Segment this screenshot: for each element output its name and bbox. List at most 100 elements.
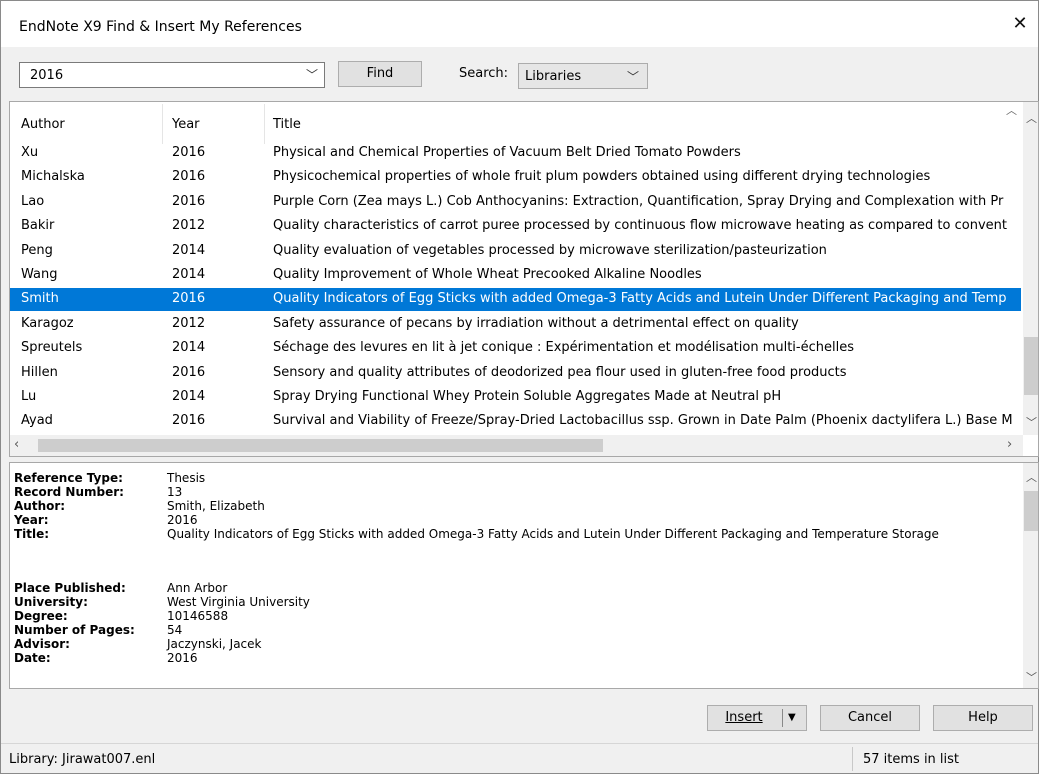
detail-value: Ann Arbor bbox=[167, 581, 228, 595]
cell-author: Karagoz bbox=[21, 315, 74, 331]
cell-author: Lu bbox=[21, 389, 37, 404]
reference-list[interactable]: Author Year Title ︿ Xu 2016 Physical and C… bbox=[9, 101, 1039, 457]
detail-label: Reference Type: bbox=[14, 471, 123, 485]
cell-title: Physicochemical properties of whole frui… bbox=[273, 169, 931, 185]
cell-author: Bakir bbox=[21, 218, 55, 234]
insert-label: Insert bbox=[725, 710, 763, 725]
find-button[interactable]: Find bbox=[338, 61, 422, 87]
query-combobox[interactable]: 2016 ﹀ bbox=[19, 62, 325, 88]
cell-author: Michalska bbox=[21, 169, 85, 185]
horizontal-scrollbar[interactable]: ‹ › bbox=[10, 435, 1023, 456]
cell-author: Ayad bbox=[21, 413, 53, 429]
cell-title: Quality evaluation of vegetables process… bbox=[273, 242, 827, 258]
table-row[interactable]: Ayad 2016 Survival and Viability of Freeze… bbox=[10, 410, 1021, 433]
insert-button[interactable]: Insert ▼ bbox=[707, 705, 807, 731]
scroll-down-icon[interactable]: ﹀ bbox=[1026, 669, 1037, 685]
cell-year: 2016 bbox=[172, 413, 206, 429]
chevron-down-icon[interactable]: ﹀ bbox=[627, 68, 639, 85]
cell-author: Lao bbox=[21, 193, 45, 209]
detail-label: Place Published: bbox=[14, 581, 126, 595]
cell-title: Physical and Chemical Properties of Vacu… bbox=[273, 145, 741, 160]
reference-details: Reference Type: Thesis Record Number: 13 Aut… bbox=[9, 462, 1039, 689]
table-row[interactable]: Karagoz 2012 Safety assurance of pecans by… bbox=[10, 313, 1021, 336]
title-bar: EndNote X9 Find & Insert My References ✕ bbox=[1, 1, 1038, 47]
table-row[interactable]: Spreutels 2014 Séchage des levures en lit … bbox=[10, 337, 1021, 360]
scrollbar-thumb[interactable] bbox=[1024, 337, 1038, 395]
window-title: EndNote X9 Find & Insert My References bbox=[19, 19, 302, 35]
cell-title: Quality characteristics of carrot puree … bbox=[273, 218, 1007, 234]
sort-ascending-icon: ︿ bbox=[1006, 104, 1017, 117]
cell-title: Safety assurance of pecans by irradiatio… bbox=[273, 315, 799, 331]
cell-author: Peng bbox=[21, 242, 53, 258]
detail-value: 13 bbox=[167, 485, 183, 499]
detail-value: 2016 bbox=[167, 651, 198, 665]
search-label: Search: bbox=[459, 66, 509, 81]
details-scrollbar[interactable]: ︿ ﹀ bbox=[1023, 463, 1038, 688]
cell-year: 2014 bbox=[172, 267, 206, 282]
detail-value: 10146588 bbox=[167, 609, 229, 623]
scroll-up-icon[interactable]: ︿ bbox=[1026, 110, 1037, 126]
cell-title: Séchage des levures en lit à jet conique… bbox=[273, 340, 854, 356]
table-row[interactable]: Michalska 2016 Physicochemical properties … bbox=[10, 166, 1021, 189]
cell-title: Quality Indicators of Egg Sticks with ad… bbox=[273, 291, 1007, 307]
chevron-down-icon[interactable]: ﹀ bbox=[306, 66, 318, 83]
detail-value: West Virginia University bbox=[167, 595, 310, 609]
detail-value: 54 bbox=[167, 623, 183, 637]
table-row[interactable]: Lao 2016 Purple Corn (Zea mays L.) Cob Ant… bbox=[10, 191, 1021, 214]
scroll-down-icon[interactable]: ﹀ bbox=[1026, 414, 1037, 430]
search-scope-select[interactable]: Libraries ﹀ bbox=[518, 63, 648, 89]
detail-value: Thesis bbox=[167, 471, 206, 485]
help-button[interactable]: Help bbox=[933, 705, 1033, 731]
library-status: Library: Jirawat007.enl bbox=[9, 752, 156, 767]
table-row[interactable]: Lu 2014 Spray Drying Functional Whey Prote… bbox=[10, 386, 1021, 409]
cell-year: 2014 bbox=[172, 242, 206, 258]
query-value: 2016 bbox=[30, 68, 64, 83]
cell-year: 2012 bbox=[172, 218, 206, 234]
scroll-left-icon[interactable]: ‹ bbox=[14, 437, 19, 452]
cell-year: 2016 bbox=[172, 291, 206, 307]
status-bar: Library: Jirawat007.enl 57 items in list bbox=[1, 743, 1038, 773]
scroll-up-icon[interactable]: ︿ bbox=[1026, 469, 1037, 485]
column-header-title[interactable]: Title bbox=[273, 117, 301, 132]
cell-year: 2012 bbox=[172, 315, 206, 331]
scrollbar-thumb[interactable] bbox=[38, 439, 603, 452]
cell-title: Spray Drying Functional Whey Protein Sol… bbox=[273, 389, 782, 404]
table-row[interactable]: Smith 2016 Quality Indicators of Egg Stick… bbox=[10, 288, 1021, 312]
detail-value: Jaczynski, Jacek bbox=[167, 637, 262, 651]
detail-label: University: bbox=[14, 595, 88, 609]
search-scope-value: Libraries bbox=[525, 69, 582, 84]
table-row[interactable]: Bakir 2012 Quality characteristics of carr… bbox=[10, 215, 1021, 238]
split-divider bbox=[782, 709, 783, 727]
column-header-year[interactable]: Year bbox=[172, 117, 200, 132]
cell-year: 2016 bbox=[172, 193, 206, 209]
scroll-right-icon[interactable]: › bbox=[1007, 437, 1012, 452]
detail-label: Title: bbox=[14, 527, 50, 541]
cell-year: 2014 bbox=[172, 389, 206, 404]
vertical-scrollbar[interactable]: ︿ ﹀ bbox=[1023, 102, 1038, 435]
cell-author: Xu bbox=[21, 145, 39, 160]
table-row[interactable]: Hillen 2016 Sensory and quality attributes… bbox=[10, 362, 1021, 385]
dropdown-arrow-icon[interactable]: ▼ bbox=[788, 706, 796, 730]
cancel-button[interactable]: Cancel bbox=[820, 705, 920, 731]
detail-label: Degree: bbox=[14, 609, 68, 623]
detail-value: Quality Indicators of Egg Sticks with ad… bbox=[167, 527, 939, 541]
column-divider[interactable] bbox=[264, 104, 265, 144]
table-row[interactable]: Xu 2016 Physical and Chemical Properties o… bbox=[10, 142, 1021, 165]
cell-author: Smith bbox=[21, 291, 59, 307]
cell-year: 2016 bbox=[172, 145, 206, 160]
cell-author: Wang bbox=[21, 267, 58, 282]
column-header-author[interactable]: Author bbox=[21, 117, 65, 132]
column-divider[interactable] bbox=[162, 104, 163, 144]
scrollbar-thumb[interactable] bbox=[1024, 491, 1038, 531]
search-toolbar: 2016 ﹀ Find Search: Libraries ﹀ bbox=[1, 47, 1038, 101]
detail-label: Date: bbox=[14, 651, 51, 665]
detail-label: Author: bbox=[14, 499, 66, 513]
detail-value: 2016 bbox=[167, 513, 198, 527]
table-row[interactable]: Peng 2014 Quality evaluation of vegetables… bbox=[10, 240, 1021, 263]
table-row[interactable]: Wang 2014 Quality Improvement of Whole Whe… bbox=[10, 264, 1021, 287]
cell-title: Quality Improvement of Whole Wheat Preco… bbox=[273, 267, 702, 282]
cell-year: 2014 bbox=[172, 340, 206, 356]
detail-label: Advisor: bbox=[14, 637, 70, 651]
close-button[interactable]: ✕ bbox=[1010, 15, 1030, 35]
detail-value: Smith, Elizabeth bbox=[167, 499, 265, 513]
